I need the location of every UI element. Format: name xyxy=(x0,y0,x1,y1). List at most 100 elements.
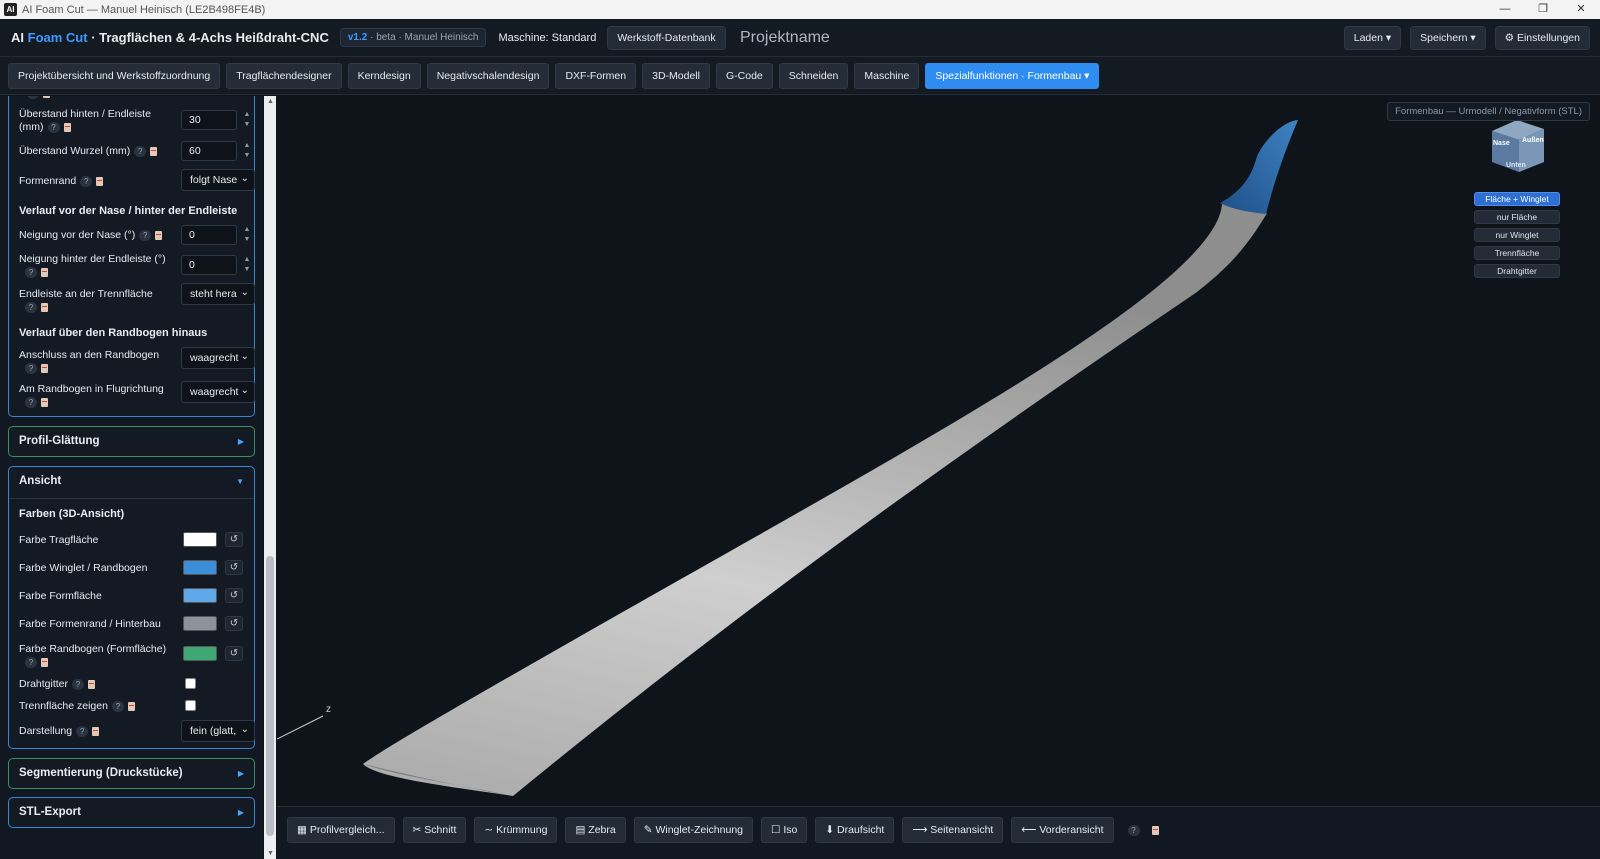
chevron-down-icon: ⌄ xyxy=(240,385,249,396)
help-icon[interactable]: ? xyxy=(1127,824,1140,836)
help-icon[interactable]: ? xyxy=(76,725,89,737)
segmentation-section[interactable]: Segmentierung (Druckstücke) ▶ xyxy=(8,758,255,789)
tab-3d-model[interactable]: 3D-Modell xyxy=(642,62,710,89)
scrollbar-thumb[interactable] xyxy=(266,556,274,836)
document-icon[interactable] xyxy=(41,267,48,277)
color-wing-swatch[interactable] xyxy=(183,532,217,547)
tip-flight-select[interactable]: waagrecht ⌄ xyxy=(181,381,255,403)
iso-view-button[interactable]: ☐ Iso xyxy=(761,817,808,843)
profile-smoothing-section[interactable]: Profil-Glättung ▶ xyxy=(8,426,255,457)
view-section-heading[interactable]: Ansicht xyxy=(19,475,61,487)
document-icon[interactable] xyxy=(41,397,48,407)
minimize-button[interactable]: — xyxy=(1486,0,1524,19)
document-icon[interactable] xyxy=(1151,825,1159,835)
cube-front-label: Nase xyxy=(1493,140,1510,147)
reset-icon[interactable]: ↺ xyxy=(225,532,243,547)
front-view-button[interactable]: ⟵ Vorderansicht xyxy=(1011,817,1114,843)
view-winglet-only-button[interactable]: nur Winglet xyxy=(1474,228,1560,242)
overhang-rear-input[interactable]: 30 xyxy=(181,110,237,130)
tip-connection-select[interactable]: waagrecht ⌄ xyxy=(181,347,255,369)
overhang-root-input[interactable]: 60 xyxy=(181,141,237,161)
document-icon[interactable] xyxy=(155,230,163,240)
tab-negative-shell[interactable]: Negativschalendesign xyxy=(426,62,550,89)
view-wireframe-button[interactable]: Drahtgitter xyxy=(1474,264,1560,278)
maximize-button[interactable]: ❐ xyxy=(1524,0,1562,19)
overhang-rear-stepper[interactable]: ▲ ▼ xyxy=(242,110,252,130)
document-icon[interactable] xyxy=(96,176,104,186)
help-icon[interactable]: ? xyxy=(80,175,93,187)
reset-icon[interactable]: ↺ xyxy=(225,646,243,661)
winglet-drawing-button[interactable]: ✎ Winglet-Zeichnung xyxy=(633,817,753,843)
tab-core-design[interactable]: Kerndesign xyxy=(347,62,421,89)
document-icon[interactable] xyxy=(150,146,158,156)
slope-nose-input[interactable]: 0 xyxy=(181,225,237,245)
tab-gcode[interactable]: G-Code xyxy=(715,62,773,89)
help-icon[interactable]: ? xyxy=(25,656,37,668)
tab-project-overview[interactable]: Projektübersicht und Werkstoffzuordnung xyxy=(8,62,221,89)
color-winglet-swatch[interactable] xyxy=(183,560,217,575)
document-icon[interactable] xyxy=(92,726,100,736)
tab-machine[interactable]: Maschine xyxy=(854,62,920,89)
tip-connection-text: Anschluss an den Randbogen xyxy=(19,349,160,361)
reset-icon[interactable]: ↺ xyxy=(225,588,243,603)
top-view-button[interactable]: ⬇ Draufsicht xyxy=(815,817,895,843)
close-button[interactable]: ✕ xyxy=(1562,0,1600,19)
overhang-root-text: Überstand Wurzel (mm) xyxy=(19,145,131,157)
project-name[interactable]: Projektname xyxy=(740,29,830,47)
reset-icon[interactable]: ↺ xyxy=(225,616,243,631)
help-icon[interactable]: ? xyxy=(72,678,85,690)
load-button[interactable]: Laden ▾ xyxy=(1343,26,1402,50)
help-icon[interactable]: ? xyxy=(111,700,124,712)
tab-dxf-forms[interactable]: DXF-Formen xyxy=(555,62,637,89)
document-icon[interactable] xyxy=(41,657,48,667)
help-icon[interactable]: ? xyxy=(27,96,39,100)
slope-trailing-stepper[interactable]: ▲ ▼ xyxy=(242,255,252,275)
overhang-root-stepper[interactable]: ▲ ▼ xyxy=(242,141,252,161)
parting-checkbox[interactable] xyxy=(185,700,196,711)
settings-button[interactable]: ⚙ Einstellungen xyxy=(1494,26,1590,50)
reset-icon[interactable]: ↺ xyxy=(225,560,243,575)
side-view-button[interactable]: ⟶ Seitenansicht xyxy=(902,817,1004,843)
document-icon[interactable] xyxy=(41,302,48,312)
zebra-button[interactable]: ▤ Zebra xyxy=(565,817,626,843)
tab-special-functions[interactable]: Spezialfunktionen · Formenbau ▾ xyxy=(925,62,1100,89)
slope-nose-stepper[interactable]: ▲ ▼ xyxy=(242,225,252,245)
help-icon[interactable]: ? xyxy=(25,301,37,313)
document-icon[interactable] xyxy=(88,679,96,689)
scroll-down-icon[interactable]: ▼ xyxy=(267,850,274,857)
color-tip-surface-swatch[interactable] xyxy=(183,646,217,661)
document-icon[interactable] xyxy=(63,122,71,132)
material-db-button[interactable]: Werkstoff-Datenbank xyxy=(607,25,726,50)
section-cut-button[interactable]: ✂ Schnitt xyxy=(402,817,467,843)
help-icon[interactable]: ? xyxy=(25,362,37,374)
document-icon[interactable] xyxy=(43,96,50,99)
color-mold-edge-swatch[interactable] xyxy=(183,616,217,631)
help-icon[interactable]: ? xyxy=(25,396,37,408)
view-parting-surface-button[interactable]: Trennfläche xyxy=(1474,246,1560,260)
help-icon[interactable]: ? xyxy=(134,145,147,157)
color-mold-surface-swatch[interactable] xyxy=(183,588,217,603)
tab-wing-designer[interactable]: Tragflächendesigner xyxy=(226,62,342,89)
profile-compare-button[interactable]: ▦ Profilvergleich... xyxy=(287,817,395,843)
view-wing-winglet-button[interactable]: Fläche + Winglet xyxy=(1474,192,1560,206)
document-icon[interactable] xyxy=(127,701,135,711)
sidebar-scrollbar[interactable]: ▲ ▼ xyxy=(264,96,276,859)
curvature-button[interactable]: ∼ Krümmung xyxy=(474,817,558,843)
stl-export-section[interactable]: STL-Export ▶ xyxy=(8,797,255,828)
orientation-cube[interactable]: Nase Außen Unten xyxy=(1492,120,1544,172)
trailing-edge-select[interactable]: steht hera ⌄ xyxy=(181,283,255,305)
save-button[interactable]: Speichern ▾ xyxy=(1410,26,1486,50)
mold-edge-select[interactable]: folgt Nase ⌄ xyxy=(181,169,255,191)
view-wing-only-button[interactable]: nur Fläche xyxy=(1474,210,1560,224)
display-select[interactable]: fein (glatt, ⌄ xyxy=(181,720,255,742)
wireframe-checkbox[interactable] xyxy=(185,678,196,689)
document-icon[interactable] xyxy=(41,363,48,373)
help-icon[interactable]: ? xyxy=(47,121,60,133)
tab-cutting[interactable]: Schneiden xyxy=(778,62,849,89)
slope-trailing-input[interactable]: 0 xyxy=(181,255,237,275)
help-icon[interactable]: ? xyxy=(139,229,152,241)
collapse-icon[interactable]: ▼ xyxy=(236,477,244,486)
scroll-up-icon[interactable]: ▲ xyxy=(267,98,274,105)
help-icon[interactable]: ? xyxy=(25,266,37,278)
3d-viewport[interactable]: z Nase Außen Unten Formenbau — Urmodell … xyxy=(277,96,1600,806)
